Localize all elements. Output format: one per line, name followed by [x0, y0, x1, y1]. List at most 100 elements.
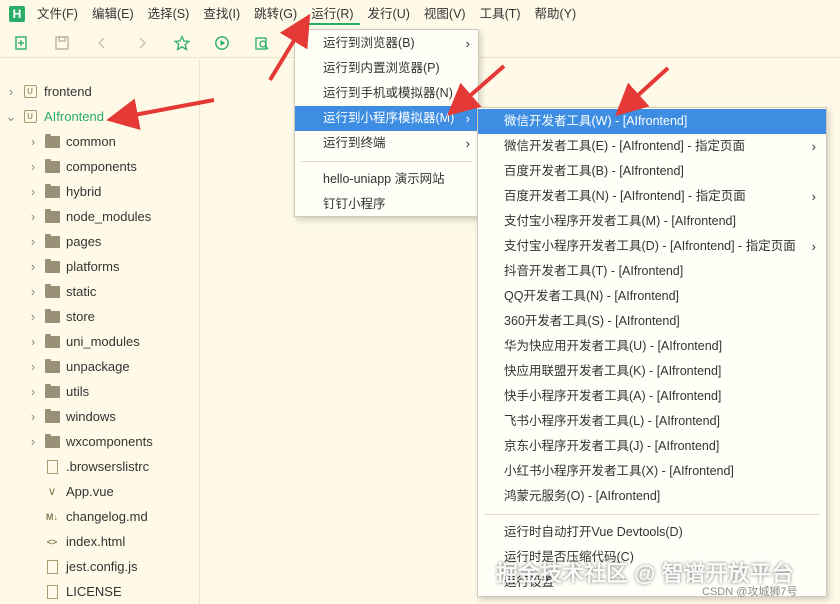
folder-icon	[44, 258, 60, 275]
submenu-item-xiaohongshu[interactable]: 小红书小程序开发者工具(X) - [AIfrontend]	[478, 459, 826, 484]
tree-folder[interactable]: › unpackage	[26, 354, 130, 379]
tree-folder[interactable]: › store	[26, 304, 95, 329]
chevron-right-icon[interactable]: ›	[26, 384, 40, 399]
menu-item-label: 运行到手机或模拟器(N)	[323, 86, 453, 100]
save-icon[interactable]	[52, 33, 72, 53]
menu-item-run-browser[interactable]: 运行到浏览器(B) ›	[295, 31, 478, 56]
tree-item-label: static	[66, 284, 97, 299]
menu-item-run-phone[interactable]: 运行到手机或模拟器(N) ›	[295, 81, 478, 106]
menu-file[interactable]: 文件(F)	[31, 3, 84, 25]
menu-item-dingtalk[interactable]: 钉钉小程序	[295, 192, 478, 217]
submenu-item-jd[interactable]: 京东小程序开发者工具(J) - [AIfrontend]	[478, 434, 826, 459]
chevron-right-icon[interactable]: ›	[26, 159, 40, 174]
back-icon[interactable]	[92, 33, 112, 53]
project-tree: › U frontend ⌄ U AIfrontend › common › com…	[0, 59, 200, 604]
menu-item-hello-uniapp[interactable]: hello-uniapp 演示网站	[295, 167, 478, 192]
submenu-item-qq[interactable]: QQ开发者工具(N) - [AIfrontend]	[478, 284, 826, 309]
tree-folder[interactable]: › wxcomponents	[26, 429, 153, 454]
menu-help[interactable]: 帮助(Y)	[529, 3, 583, 25]
tree-file[interactable]: LICENSE	[26, 579, 122, 604]
submenu-item-360[interactable]: 360开发者工具(S) - [AIfrontend]	[478, 309, 826, 334]
menu-item-run-mini-program[interactable]: 运行到小程序模拟器(M) ›	[295, 106, 478, 131]
chevron-right-icon[interactable]: ›	[26, 134, 40, 149]
submenu-item-kuaishou[interactable]: 快手小程序开发者工具(A) - [AIfrontend]	[478, 384, 826, 409]
chevron-right-icon[interactable]: ›	[26, 359, 40, 374]
tree-item-aifrontend[interactable]: ⌄ U AIfrontend	[4, 104, 104, 129]
tree-folder[interactable]: › hybrid	[26, 179, 101, 204]
forward-icon[interactable]	[132, 33, 152, 53]
folder-icon	[44, 358, 60, 375]
menu-publish[interactable]: 发行(U)	[362, 3, 416, 25]
menu-run[interactable]: 运行(R)	[305, 3, 360, 25]
menu-goto[interactable]: 跳转(G)	[248, 3, 303, 25]
tree-folder[interactable]: › components	[26, 154, 137, 179]
star-icon[interactable]	[172, 33, 192, 53]
tree-folder[interactable]: › platforms	[26, 254, 119, 279]
tree-folder[interactable]: › windows	[26, 404, 116, 429]
submenu-item-alipay-page[interactable]: 支付宝小程序开发者工具(D) - [AIfrontend] - 指定页面 ›	[478, 234, 826, 259]
tree-file[interactable]: V App.vue	[26, 479, 114, 504]
project-icon: U	[22, 109, 38, 125]
file-icon	[44, 584, 60, 600]
folder-icon	[44, 333, 60, 350]
tree-file[interactable]: M↓ changelog.md	[26, 504, 148, 529]
tree-folder[interactable]: › utils	[26, 379, 89, 404]
submenu-item-harmony[interactable]: 鸿蒙元服务(O) - [AIfrontend]	[478, 484, 826, 509]
submenu-item-huawei[interactable]: 华为快应用开发者工具(U) - [AIfrontend]	[478, 334, 826, 359]
chevron-right-icon[interactable]: ›	[26, 184, 40, 199]
menu-item-label: hello-uniapp 演示网站	[323, 172, 445, 186]
chevron-down-icon[interactable]: ⌄	[4, 109, 18, 125]
submenu-item-alipay[interactable]: 支付宝小程序开发者工具(M) - [AIfrontend]	[478, 209, 826, 234]
tree-item-label: frontend	[44, 84, 92, 99]
chevron-right-icon[interactable]: ›	[26, 334, 40, 349]
chevron-right-icon[interactable]: ›	[26, 259, 40, 274]
tree-folder[interactable]: › common	[26, 129, 116, 154]
submenu-item-vue-devtools[interactable]: 运行时自动打开Vue Devtools(D)	[478, 520, 826, 545]
tree-file[interactable]: .browserslistrc	[26, 454, 149, 479]
tree-file[interactable]: <> index.html	[26, 529, 126, 554]
submenu-item-baidu-page[interactable]: 百度开发者工具(N) - [AIfrontend] - 指定页面 ›	[478, 184, 826, 209]
submenu-item-douyin[interactable]: 抖音开发者工具(T) - [AIfrontend]	[478, 259, 826, 284]
chevron-right-icon[interactable]: ›	[26, 209, 40, 224]
tree-folder[interactable]: › uni_modules	[26, 329, 140, 354]
chevron-right-icon[interactable]: ›	[26, 409, 40, 424]
menu-item-label: 支付宝小程序开发者工具(D) - [AIfrontend] - 指定页面	[504, 239, 796, 253]
tree-item-label: App.vue	[66, 484, 114, 499]
tree-item-label: utils	[66, 384, 90, 399]
menu-item-label: 运行时自动打开Vue Devtools(D)	[504, 525, 683, 539]
tree-folder[interactable]: › pages	[26, 229, 101, 254]
chevron-right-icon[interactable]: ›	[26, 309, 40, 324]
tree-item-label: node_modules	[66, 209, 152, 224]
menu-edit[interactable]: 编辑(E)	[86, 3, 140, 25]
tree-item-frontend[interactable]: › U frontend	[4, 79, 92, 104]
submenu-item-wechat-page[interactable]: 微信开发者工具(E) - [AIfrontend] - 指定页面 ›	[478, 134, 826, 159]
chevron-right-icon: ›	[465, 36, 470, 51]
folder-icon	[44, 233, 60, 250]
menu-select[interactable]: 选择(S)	[142, 3, 196, 25]
chevron-right-icon[interactable]: ›	[26, 434, 40, 449]
submenu-item-wechat[interactable]: 微信开发者工具(W) - [AIfrontend]	[478, 109, 826, 134]
js-file-icon	[44, 559, 60, 575]
menu-tools[interactable]: 工具(T)	[474, 3, 527, 25]
menu-view[interactable]: 视图(V)	[418, 3, 472, 25]
tree-folder[interactable]: › static	[26, 279, 96, 304]
chevron-right-icon[interactable]: ›	[26, 284, 40, 299]
submenu-item-quickapp[interactable]: 快应用联盟开发者工具(K) - [AIfrontend]	[478, 359, 826, 384]
submenu-item-feishu[interactable]: 飞书小程序开发者工具(L) - [AIfrontend]	[478, 409, 826, 434]
tree-item-label: components	[66, 159, 137, 174]
tree-folder[interactable]: › node_modules	[26, 204, 151, 229]
tree-item-label: common	[66, 134, 116, 149]
preview-icon[interactable]	[252, 33, 272, 53]
menu-find[interactable]: 查找(I)	[197, 3, 246, 25]
new-file-icon[interactable]	[12, 33, 32, 53]
menu-item-run-builtin-browser[interactable]: 运行到内置浏览器(P)	[295, 56, 478, 81]
chevron-right-icon: ›	[465, 111, 470, 126]
menu-item-run-terminal[interactable]: 运行到终端 ›	[295, 131, 478, 156]
chevron-right-icon: ›	[811, 189, 816, 204]
submenu-item-baidu[interactable]: 百度开发者工具(B) - [AIfrontend]	[478, 159, 826, 184]
run-icon[interactable]	[212, 33, 232, 53]
chevron-right-icon[interactable]: ›	[26, 234, 40, 249]
chevron-right-icon[interactable]: ›	[4, 84, 18, 99]
chevron-right-icon: ›	[465, 86, 470, 101]
tree-file[interactable]: jest.config.js	[26, 554, 138, 579]
